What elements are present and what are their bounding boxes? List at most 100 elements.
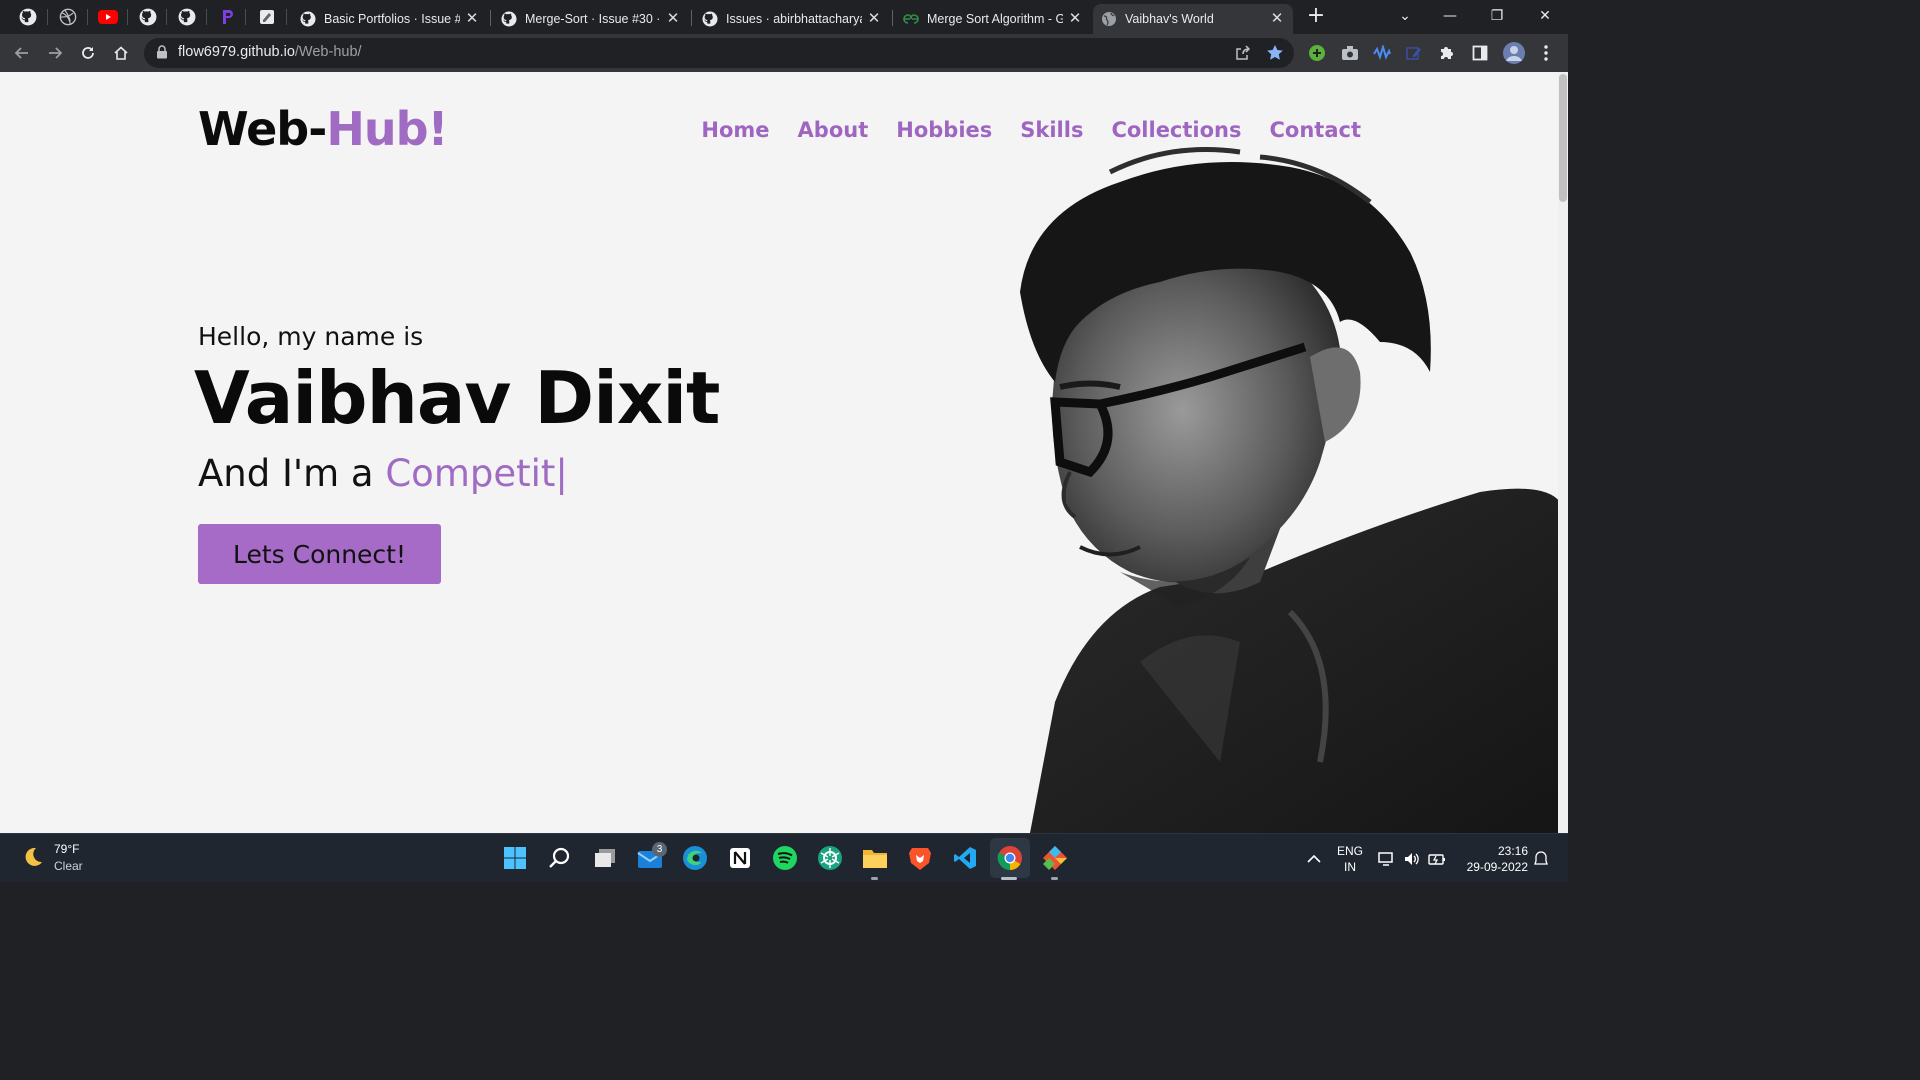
more-menu-icon[interactable]: [1536, 43, 1556, 63]
back-button[interactable]: [10, 41, 34, 65]
home-button[interactable]: [109, 41, 133, 65]
chatgpt-app[interactable]: [816, 844, 844, 872]
tray-overflow-chevron-icon[interactable]: [1307, 834, 1321, 883]
profile-avatar[interactable]: [1502, 41, 1526, 65]
brave-browser-app[interactable]: [906, 844, 934, 872]
active-indicator: [1001, 877, 1017, 880]
address-bar[interactable]: flow6979.github.io/Web-hub/: [144, 38, 1294, 68]
volume-icon[interactable]: [1403, 834, 1421, 883]
nav-collections[interactable]: Collections: [1111, 118, 1241, 142]
search-icon: [549, 847, 570, 868]
vscode-icon: [954, 847, 976, 869]
battery-icon[interactable]: [1428, 834, 1446, 883]
search-button[interactable]: [546, 844, 574, 872]
tab-title: Basic Portfolios · Issue #3: [324, 12, 460, 26]
tab-basic-portfolios[interactable]: Basic Portfolios · Issue #3 ✕: [292, 4, 488, 34]
start-button[interactable]: [501, 844, 529, 872]
pinned-tab-github[interactable]: [17, 6, 39, 28]
tab-search-chevron-icon[interactable]: ⌄: [1390, 4, 1420, 28]
weather-temperature[interactable]: 79°F: [54, 842, 79, 856]
tab-vaibhavs-world[interactable]: Vaibhav's World ✕: [1093, 4, 1293, 34]
side-panel-icon[interactable]: [1470, 43, 1490, 63]
pinned-tab-purple-app[interactable]: [216, 6, 238, 28]
extension-green-plus-icon[interactable]: [1307, 43, 1327, 63]
github-icon: [501, 11, 517, 27]
edge-browser-app[interactable]: [681, 844, 709, 872]
lets-connect-button[interactable]: Lets Connect!: [198, 524, 441, 584]
region-code: IN: [1344, 860, 1356, 874]
pinned-tab-github-3[interactable]: [176, 6, 198, 28]
vscode-app[interactable]: [951, 844, 979, 872]
close-icon[interactable]: ✕: [1269, 11, 1285, 27]
reload-icon: [82, 47, 94, 59]
nav-contact[interactable]: Contact: [1270, 118, 1362, 142]
moon-weather-icon[interactable]: [22, 846, 44, 872]
hero-name: Vaibhav Dixit: [194, 356, 720, 440]
globe-icon: [1102, 12, 1116, 26]
notification-icon[interactable]: [1534, 834, 1548, 883]
language-indicator[interactable]: ENG IN: [1336, 843, 1364, 875]
nav-home[interactable]: Home: [701, 118, 769, 142]
github-icon: [178, 8, 196, 26]
tab-title: Merge Sort Algorithm - G: [927, 12, 1063, 26]
file-explorer-app[interactable]: [861, 844, 889, 872]
notion-app[interactable]: [726, 844, 754, 872]
tab-title: Merge-Sort · Issue #30 ·: [525, 12, 661, 26]
scrollbar-thumb[interactable]: [1559, 74, 1567, 202]
running-indicator: [871, 877, 878, 880]
task-view-icon: [595, 849, 615, 867]
edit-extension-icon[interactable]: [1404, 43, 1424, 63]
close-icon[interactable]: ✕: [1067, 11, 1083, 27]
mail-badge: 3: [652, 842, 667, 857]
url-text[interactable]: flow6979.github.io/Web-hub/: [178, 44, 362, 60]
nav-about[interactable]: About: [798, 118, 869, 142]
spotify-icon: [773, 846, 797, 870]
page-scrollbar[interactable]: [1558, 72, 1568, 833]
logo-main: Web-: [198, 102, 327, 156]
network-icon[interactable]: [1378, 834, 1396, 883]
extensions-puzzle-icon[interactable]: [1437, 43, 1457, 63]
new-tab-button[interactable]: +: [1305, 5, 1327, 28]
tab-issues[interactable]: Issues · abirbhattacharya ✕: [694, 4, 890, 34]
minimize-button[interactable]: —: [1435, 4, 1465, 28]
close-icon[interactable]: ✕: [665, 11, 681, 27]
close-icon[interactable]: ✕: [464, 11, 480, 27]
spotify-app[interactable]: [771, 844, 799, 872]
portrait-photo: [1020, 147, 1560, 833]
share-icon[interactable]: [1234, 44, 1252, 62]
pinned-tab-drawing-app[interactable]: [256, 6, 278, 28]
page-viewport: Web-Hub! Home About Hobbies Skills Colle…: [0, 72, 1568, 833]
tab-divider: [490, 10, 491, 26]
tab-merge-sort-algorithm[interactable]: Merge Sort Algorithm - G ✕: [895, 4, 1091, 34]
weather-condition[interactable]: Clear: [54, 859, 83, 873]
logo-accent: Hub!: [326, 102, 448, 156]
windows-logo-icon: [504, 847, 526, 869]
site-logo[interactable]: Web-Hub!: [198, 102, 448, 156]
lock-icon[interactable]: [156, 45, 168, 59]
clock-time: 23:16: [1497, 844, 1528, 858]
close-icon[interactable]: ✕: [866, 11, 882, 27]
forward-button[interactable]: [43, 41, 67, 65]
pinned-tab-youtube[interactable]: [97, 6, 119, 28]
notion-icon: [730, 848, 750, 868]
chrome-app[interactable]: [996, 844, 1024, 872]
system-clock[interactable]: 23:16 29-09-2022: [1456, 843, 1528, 875]
tab-divider: [245, 9, 246, 25]
github-icon: [19, 8, 37, 26]
bookmark-star-icon[interactable]: [1266, 44, 1284, 62]
task-view-button[interactable]: [591, 844, 619, 872]
restore-button[interactable]: ❐: [1482, 4, 1512, 28]
pinned-tab-dribbble[interactable]: [57, 6, 79, 28]
close-window-button[interactable]: ✕: [1530, 4, 1560, 28]
tab-merge-sort-issue[interactable]: Merge-Sort · Issue #30 · ✕: [493, 4, 689, 34]
nav-hobbies[interactable]: Hobbies: [896, 118, 992, 142]
pinned-tab-github-2[interactable]: [137, 6, 159, 28]
tab-title: Issues · abirbhattacharya: [726, 12, 862, 26]
home-icon: [114, 46, 128, 60]
wave-extension-icon[interactable]: [1372, 43, 1392, 63]
nav-skills[interactable]: Skills: [1020, 118, 1083, 142]
openai-icon: [818, 846, 842, 870]
git-app[interactable]: [1041, 844, 1069, 872]
camera-extension-icon[interactable]: [1340, 43, 1360, 63]
reload-button[interactable]: [76, 41, 100, 65]
